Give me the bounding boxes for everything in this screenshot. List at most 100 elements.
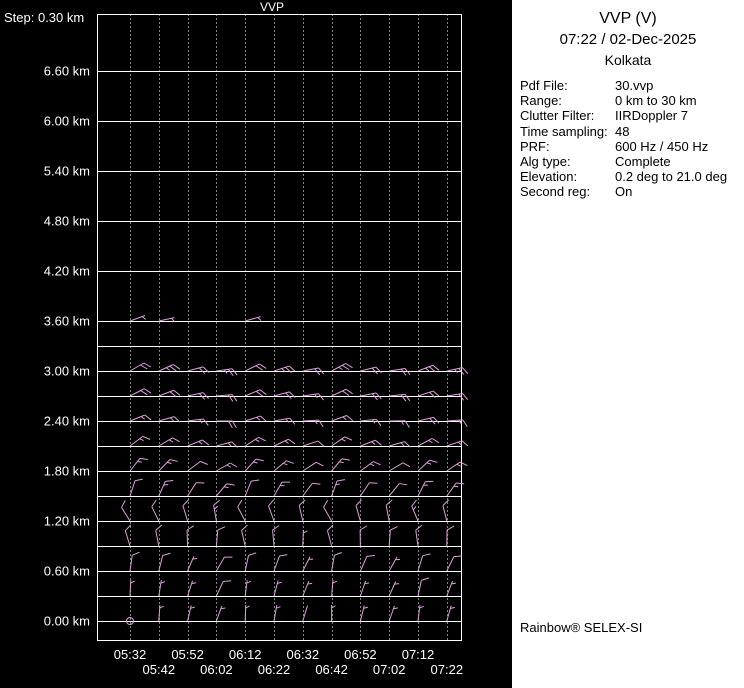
wind-barb [360, 439, 382, 447]
metadata-value: 48 [615, 123, 630, 139]
metadata-row: Time sampling: 48 [520, 124, 744, 139]
altitude-label: 4.20 km [44, 264, 90, 279]
altitude-label: 5.40 km [44, 164, 90, 179]
wind-barb [359, 605, 369, 622]
metadata-label: Clutter Filter: [520, 108, 595, 124]
wind-barb [187, 556, 198, 572]
wind-barb [245, 316, 262, 322]
wind-barb [272, 525, 280, 547]
metadata-label: Elevation: [520, 169, 578, 185]
wind-barb [331, 580, 338, 597]
time-label: 06:12 [229, 647, 262, 662]
metadata-value: On [615, 184, 633, 200]
wind-barb [331, 552, 343, 572]
metadata-list: Pdf File: 30.vvp Range: 0 km to 30 km Clutte… [520, 78, 744, 200]
wind-barb [302, 440, 325, 447]
info-panel: VVP (V) 07:22 / 02-Dec-2025 Kolkata Pdf … [512, 0, 744, 688]
wind-barb [244, 458, 264, 472]
wind-barb [417, 364, 440, 373]
wind-barb [389, 393, 411, 402]
wind-barb [331, 458, 350, 472]
wind-barb [129, 362, 152, 372]
wind-barb [359, 525, 368, 547]
wind-barb [129, 315, 146, 322]
altitude-label: 1.20 km [44, 514, 90, 529]
wind-barb [216, 394, 238, 402]
wind-barb [158, 459, 178, 472]
metadata-row: PRF: 600 Hz / 450 Hz [520, 139, 744, 154]
altitude-label: 0.00 km [44, 614, 90, 629]
time-label: 07:12 [402, 647, 435, 662]
wind-barb [241, 524, 248, 547]
altitude-label: 4.80 km [44, 214, 90, 229]
wind-barb [302, 529, 308, 547]
wind-barb [331, 415, 354, 422]
time-label: 05:52 [171, 647, 204, 662]
metadata-row: Clutter Filter: IIRDoppler 7 [520, 108, 744, 123]
time-label: 06:32 [287, 647, 320, 662]
wind-barb [237, 499, 246, 522]
wind-barb [446, 461, 468, 472]
metadata-label: Second reg: [520, 184, 591, 200]
time-label: 06:42 [315, 662, 348, 677]
wind-barb [446, 555, 462, 572]
wind-barb [158, 364, 181, 372]
time-label: 07:22 [431, 662, 464, 677]
time-label: 05:42 [143, 662, 176, 677]
wind-barb [302, 482, 321, 497]
metadata-label: PRF: [520, 138, 550, 154]
wind-barb [417, 577, 430, 597]
wind-barb [155, 524, 163, 547]
metadata-value: IIRDoppler 7 [615, 108, 688, 124]
wind-barb [360, 418, 382, 427]
wind-barb [388, 581, 400, 597]
wind-barb [129, 435, 151, 447]
wind-barb [245, 415, 267, 422]
time-label: 06:22 [258, 662, 291, 677]
wind-barb [187, 439, 210, 447]
wind-barb [446, 580, 456, 597]
wind-barb [187, 366, 210, 374]
altitude-label: 3.60 km [44, 314, 90, 329]
time-label: 05:32 [114, 647, 147, 662]
wind-barb [323, 499, 333, 522]
wind-barb [417, 438, 440, 447]
metadata-value: 0 km to 30 km [615, 93, 697, 109]
metadata-label: Alg type: [520, 154, 571, 170]
site-name: Kolkata [604, 52, 652, 68]
metadata-value: Complete [615, 154, 671, 170]
altitude-label: 1.80 km [44, 464, 90, 479]
wind-barb [417, 416, 440, 425]
wind-barb [244, 363, 267, 372]
wind-barb [187, 460, 208, 472]
metadata-value: 600 Hz / 450 Hz [615, 138, 709, 154]
wind-barb [273, 481, 290, 497]
wind-barb [273, 391, 296, 399]
wind-barb [359, 482, 378, 497]
metadata-label: Time sampling: [520, 123, 608, 139]
wind-barb [244, 436, 266, 447]
wind-barb [446, 440, 469, 447]
wind-barb [129, 414, 152, 422]
wind-barb [360, 366, 382, 375]
wind-barb [216, 462, 238, 472]
metadata-row: Range: 0 km to 30 km [520, 93, 744, 108]
wind-barb [417, 459, 438, 472]
wind-barb [216, 368, 238, 376]
wind-barb [245, 389, 267, 397]
step-label: Step: 0.30 km [4, 10, 84, 25]
wind-barb [215, 580, 232, 597]
wind-barb [158, 480, 174, 497]
wind-barb [158, 437, 180, 447]
wind-barb [302, 605, 308, 622]
wind-barb [388, 605, 398, 622]
metadata-value: 30.vvp [615, 78, 654, 93]
metadata-row: Elevation: 0.2 deg to 21.0 deg [520, 169, 744, 184]
wind-barb [129, 388, 152, 397]
wind-barb [388, 462, 411, 472]
wind-barb [121, 500, 131, 522]
wind-barb [216, 420, 237, 429]
grid-layer [97, 14, 462, 641]
vvp-application-window: { "chart": { "title": "VVP", "step_label… [0, 0, 744, 688]
wind-barb [331, 436, 353, 447]
